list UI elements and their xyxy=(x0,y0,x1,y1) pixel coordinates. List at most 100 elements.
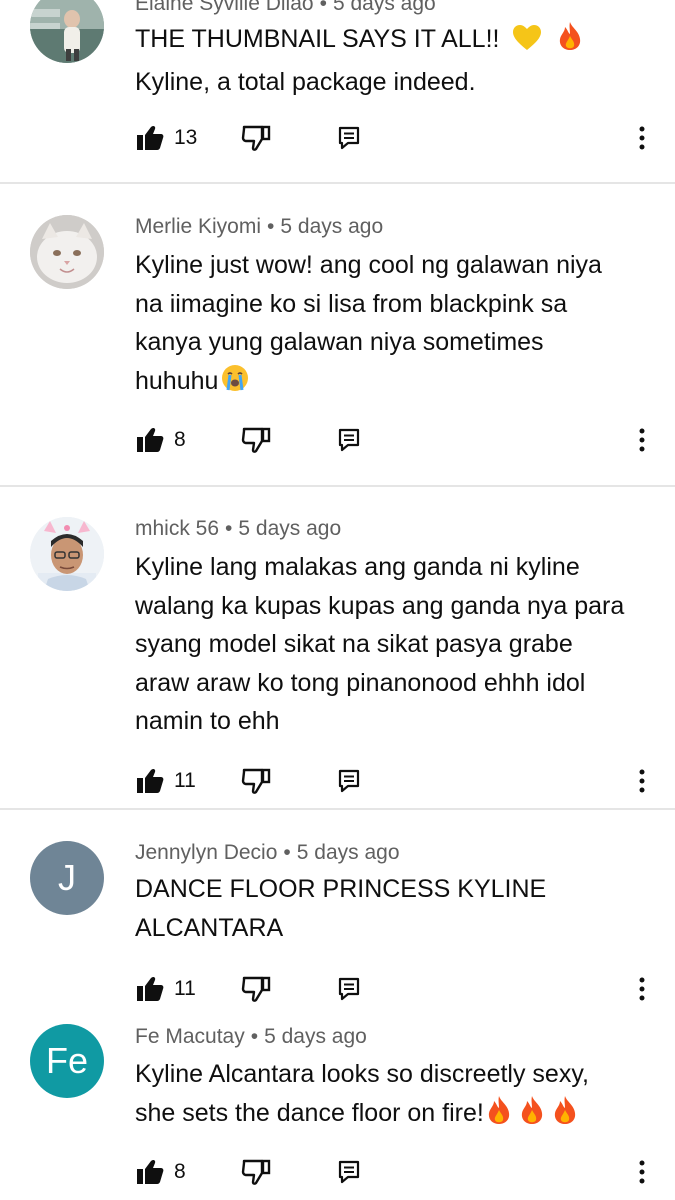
reply-button[interactable] xyxy=(338,1152,360,1192)
reply-icon xyxy=(338,126,360,150)
divider xyxy=(0,485,675,487)
comment-time[interactable]: 5 days ago xyxy=(333,0,436,15)
comment-meta: mhick 56 • 5 days ago xyxy=(135,514,341,544)
comment-actions: 8 xyxy=(0,1152,675,1192)
thumbs-up-icon xyxy=(137,768,164,793)
comment-line: DANCE FLOOR PRINCESS KYLINE xyxy=(135,875,547,903)
avatar[interactable] xyxy=(30,0,104,63)
fire-emoji xyxy=(552,1095,578,1137)
comment-text: Kyline lang malakas ang ganda ni kyline … xyxy=(135,548,655,741)
comment-author[interactable]: Merlie Kiyomi xyxy=(135,215,261,238)
dislike-button[interactable] xyxy=(241,420,271,460)
avatar-initial: Fe xyxy=(45,1040,88,1081)
avatar[interactable]: J xyxy=(30,841,104,915)
like-button[interactable]: 8 xyxy=(136,420,186,460)
divider xyxy=(0,182,675,184)
thumbs-down-icon xyxy=(241,427,271,453)
comment-meta: Fe Macutay • 5 days ago xyxy=(135,1022,367,1052)
avatar[interactable] xyxy=(30,517,104,591)
fire-emoji xyxy=(557,21,583,63)
like-count: 11 xyxy=(174,977,196,1000)
reply-button[interactable] xyxy=(338,969,360,1009)
comment-line: Kyline lang malakas ang ganda ni kyline xyxy=(135,553,580,581)
dislike-button[interactable] xyxy=(241,761,271,801)
comment-author[interactable]: Elaine Syville Dilao xyxy=(135,0,314,15)
more-options-button[interactable] xyxy=(628,420,656,460)
comment-text: THE THUMBNAIL SAYS IT ALL!! Kyline, a to… xyxy=(135,20,655,101)
thumbs-down-icon xyxy=(241,1159,271,1185)
dislike-button[interactable] xyxy=(241,1152,271,1192)
thumbs-up-icon xyxy=(137,125,164,150)
comment-time[interactable]: 5 days ago xyxy=(264,1025,367,1048)
more-vertical-icon xyxy=(639,428,645,452)
reply-icon xyxy=(338,977,360,1001)
avatar[interactable] xyxy=(30,215,104,289)
thumbs-down-icon xyxy=(241,768,271,794)
comment-meta: Elaine Syville Dilao • 5 days ago xyxy=(135,0,436,19)
like-button[interactable]: 13 xyxy=(136,118,197,158)
dislike-button[interactable] xyxy=(241,118,271,158)
avatar-initial: J xyxy=(58,857,76,898)
reply-button[interactable] xyxy=(338,420,360,460)
comment-line: THE THUMBNAIL SAYS IT ALL!! xyxy=(135,20,655,63)
comment-actions: 11 xyxy=(0,761,675,801)
comment-meta: Jennylyn Decio • 5 days ago xyxy=(135,838,400,868)
avatar-photo xyxy=(30,0,104,63)
like-count: 11 xyxy=(174,769,196,792)
like-button[interactable]: 8 xyxy=(136,1152,186,1192)
comment-line: Kyline, a total package indeed. xyxy=(135,67,476,96)
comment-time[interactable]: 5 days ago xyxy=(238,517,341,540)
reply-button[interactable] xyxy=(338,761,360,801)
separator-dot: • xyxy=(319,0,327,15)
comment-line: Kyline Alcantara looks so discreetly sex… xyxy=(135,1060,589,1088)
separator-dot: • xyxy=(250,1025,259,1048)
more-options-button[interactable] xyxy=(628,969,656,1009)
thumbs-down-icon xyxy=(241,125,271,151)
comment-actions: 13 xyxy=(0,118,675,158)
reply-icon xyxy=(338,428,360,452)
like-button[interactable]: 11 xyxy=(136,761,196,801)
more-options-button[interactable] xyxy=(628,761,656,801)
comment-time[interactable]: 5 days ago xyxy=(297,841,400,864)
more-vertical-icon xyxy=(639,1160,645,1184)
like-button[interactable]: 11 xyxy=(136,969,196,1009)
yellow-heart-emoji xyxy=(512,24,542,63)
comment-line: syang model sikat na sikat pasya grabe xyxy=(135,630,573,658)
thumbs-up-icon xyxy=(137,427,164,452)
reply-button[interactable] xyxy=(338,118,360,158)
comment-line-text: THE THUMBNAIL SAYS IT ALL!! xyxy=(135,25,500,53)
more-vertical-icon xyxy=(639,126,645,150)
comment-line: huhuhu xyxy=(135,362,655,405)
comment-actions: 8 xyxy=(0,420,675,460)
comment-line-text: she sets the dance floor on fire! xyxy=(135,1098,484,1127)
comment-author[interactable]: Jennylyn Decio xyxy=(135,841,277,864)
like-count: 13 xyxy=(174,126,198,149)
comment-text: Kyline Alcantara looks so discreetly sex… xyxy=(135,1055,655,1136)
separator-dot: • xyxy=(283,841,291,864)
comment-text: Kyline just wow! ang cool ng galawan niy… xyxy=(135,246,655,404)
comment-line: araw araw ko tong pinanonood ehhh idol xyxy=(135,668,586,697)
comment-author[interactable]: mhick 56 xyxy=(135,517,219,540)
reply-icon xyxy=(338,769,360,793)
comment-line: na iimagine ko si lisa from blackpink sa xyxy=(135,289,568,318)
comment-line: Kyline just wow! ang cool ng galawan niy… xyxy=(135,251,602,279)
more-options-button[interactable] xyxy=(628,118,656,158)
dislike-button[interactable] xyxy=(241,969,271,1009)
more-options-button[interactable] xyxy=(628,1152,656,1192)
fire-emoji xyxy=(519,1095,545,1137)
more-vertical-icon xyxy=(639,769,645,793)
thumbs-up-icon xyxy=(137,1159,164,1184)
comment-author[interactable]: Fe Macutay xyxy=(135,1025,245,1048)
comment-time[interactable]: 5 days ago xyxy=(280,215,383,238)
separator-dot: • xyxy=(267,215,275,238)
thumbs-down-icon xyxy=(241,976,271,1002)
comment-meta: Merlie Kiyomi • 5 days ago xyxy=(135,212,383,242)
comment-line-text: huhuhu xyxy=(135,366,219,395)
thumbs-up-icon xyxy=(137,976,164,1001)
loudly-crying-emoji xyxy=(220,363,250,405)
divider xyxy=(0,808,675,810)
avatar[interactable]: Fe xyxy=(30,1024,104,1098)
comment-line: she sets the dance floor on fire! xyxy=(135,1094,655,1137)
like-count: 8 xyxy=(174,1160,186,1183)
comment-text: DANCE FLOOR PRINCESS KYLINE ALCANTARA xyxy=(135,870,655,947)
